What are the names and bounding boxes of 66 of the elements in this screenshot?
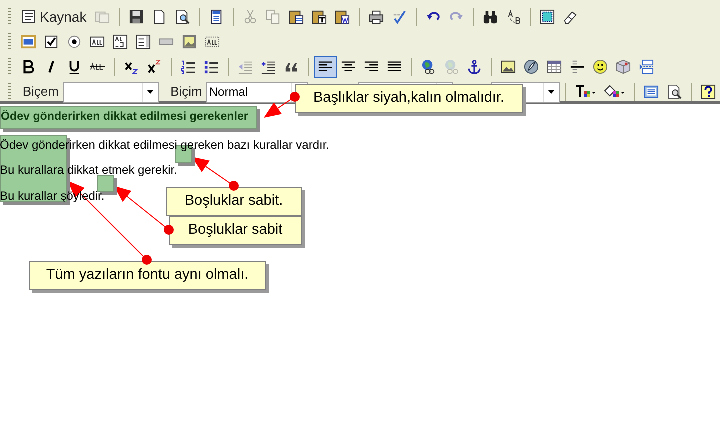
dropdown-arrow-icon bbox=[146, 90, 154, 94]
combo-label: Biçem bbox=[22, 83, 59, 102]
bulleted-list-icon bbox=[204, 59, 219, 75]
picture-frame-icon bbox=[501, 59, 516, 75]
paint-bucket-icon bbox=[604, 84, 626, 100]
toolbar-grip[interactable] bbox=[8, 8, 11, 26]
horizontal-rule-icon bbox=[570, 59, 585, 75]
documents-icon bbox=[94, 9, 110, 25]
dotted-field-icon bbox=[205, 34, 220, 50]
outdent-icon bbox=[238, 59, 253, 75]
printer-icon bbox=[368, 9, 384, 25]
select-all-icon bbox=[540, 9, 555, 25]
callout-tooltip: Başlıklar siyah,kalın olmalıdır. bbox=[295, 84, 523, 113]
page-break-icon bbox=[639, 59, 654, 75]
bold-icon bbox=[21, 59, 36, 75]
scissors-icon bbox=[242, 9, 258, 25]
radio-icon bbox=[67, 34, 82, 50]
text-color-icon bbox=[575, 84, 596, 100]
template-page-icon bbox=[208, 9, 224, 25]
toolbar-grip[interactable] bbox=[8, 83, 11, 101]
feather-disc-icon bbox=[524, 59, 539, 75]
source-button[interactable]: Kaynak bbox=[17, 6, 91, 28]
copy-icon bbox=[266, 9, 281, 25]
clipboard-icon bbox=[288, 9, 304, 25]
text-area-icon bbox=[113, 34, 128, 50]
form-icon bbox=[21, 34, 36, 50]
toolbar-button[interactable] bbox=[314, 56, 337, 78]
check-mark-icon bbox=[392, 9, 407, 25]
picture-frame-icon bbox=[182, 34, 197, 50]
globe-chain-icon bbox=[421, 59, 436, 75]
smiley-icon bbox=[593, 59, 608, 75]
callout-arrow bbox=[192, 157, 239, 191]
highlight-shape bbox=[97, 175, 114, 192]
question-mark-icon bbox=[701, 84, 716, 100]
window-panel-icon bbox=[644, 84, 660, 100]
clipboard-word-icon bbox=[334, 9, 350, 25]
swap-letters-icon bbox=[506, 9, 521, 25]
magnifier-page-icon bbox=[667, 84, 682, 100]
checkbox-icon bbox=[44, 34, 59, 50]
callout-tooltip: Boşluklar sabit. bbox=[166, 187, 302, 216]
list-box-icon bbox=[136, 34, 151, 50]
toolbar-grip[interactable] bbox=[8, 58, 11, 76]
callout-arrow bbox=[264, 92, 300, 118]
anchor-icon bbox=[467, 59, 482, 75]
globe-chain-icon bbox=[444, 59, 459, 75]
callout-tooltip: Boşluklar sabit bbox=[169, 216, 302, 245]
dropdown-field[interactable] bbox=[62, 82, 159, 102]
dropdown-arrow-icon bbox=[548, 90, 556, 94]
indent-icon bbox=[261, 59, 276, 75]
clipboard-text-icon bbox=[312, 9, 327, 25]
text-field-icon bbox=[90, 34, 105, 50]
paragraph: Bu kurallara dikkat etmek gerekir. bbox=[0, 162, 178, 177]
callout-tooltip: Tüm yazıların fontu aynı olmalı. bbox=[29, 261, 266, 290]
binoculars-icon bbox=[482, 9, 498, 25]
document-icon bbox=[21, 9, 37, 25]
blank-page-icon bbox=[152, 9, 167, 25]
numbered-list-icon bbox=[181, 59, 196, 75]
eraser-icon bbox=[562, 9, 578, 25]
paragraph: Ödev gönderirken dikkat edilmesi gereken bazı kurallar vardır. bbox=[0, 138, 330, 152]
underline-icon bbox=[67, 59, 82, 75]
combo-label: Biçim bbox=[170, 83, 202, 102]
heading: Ödev gönderirken dikkat edilmesi gerekenler bbox=[0, 106, 258, 129]
superscript-icon bbox=[147, 59, 162, 75]
toolbar-grip[interactable] bbox=[8, 33, 11, 51]
magnifier-page-icon bbox=[174, 9, 190, 25]
table-icon bbox=[547, 59, 562, 75]
